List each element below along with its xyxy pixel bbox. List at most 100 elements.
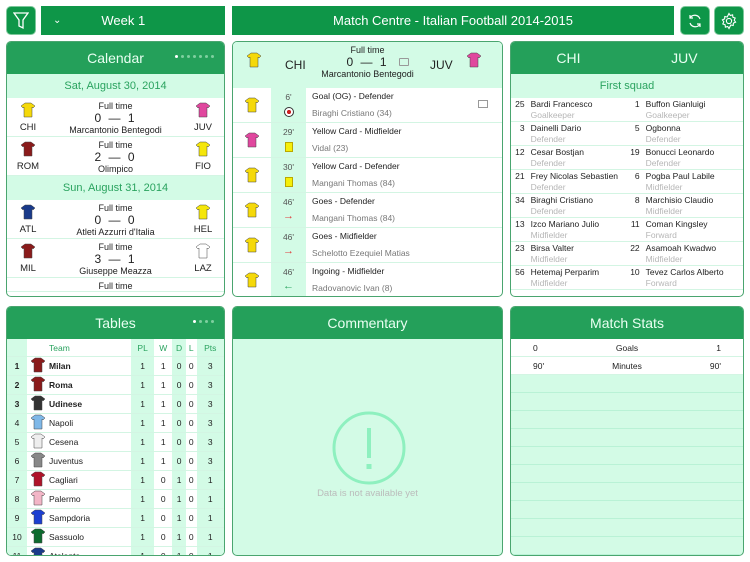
home-team: MIL (20, 263, 36, 274)
away-stat: 1 (716, 342, 721, 353)
stat-cell: 1 (196, 508, 224, 528)
team-shirt-icon (245, 97, 259, 113)
squad-row[interactable]: 13 Izco Mariano Julio Midfielder 11 Coman Ki… (511, 218, 743, 242)
stat-cell: 3 (196, 451, 224, 471)
stat-cell: 1 (196, 470, 224, 490)
event-player: Schelotto Ezequiel Matias (312, 248, 410, 258)
team-shirt-icon (30, 414, 46, 430)
column-header[interactable]: W (154, 339, 173, 357)
match-panel: CHI Full time 0 — 1 Marcantonio Bentegod… (232, 41, 503, 297)
home-stat: 0 (533, 342, 538, 353)
squad-away-tab[interactable]: JUV (671, 50, 697, 66)
event-row[interactable]: 6' Goal (OG) - Defender Biraghi Cristiano … (233, 88, 502, 123)
team-shirt-icon (30, 490, 46, 506)
away-position: Defender (645, 158, 681, 168)
event-row[interactable]: 46' ← Ingoing - Midfielder Radovanovic Ivan… (233, 263, 502, 296)
squad-row[interactable]: 3 Dainelli Dario Defender 5 Ogbonna Defender (511, 122, 743, 146)
match-row[interactable]: ROM Full time 2 — 0 Olimpico FIO (7, 137, 224, 176)
squad-row[interactable]: 25 Bardi Francesco Goalkeeper 1 Buffon Gianl… (511, 98, 743, 122)
home-shirt-icon (21, 102, 35, 118)
table-row[interactable]: 6 Juventus 1 1 0 0 3 (7, 451, 224, 471)
settings-button[interactable] (714, 6, 744, 35)
squad-row[interactable]: 56 Hetemaj Perparim Midfielder 10 Tevez Carl… (511, 266, 743, 290)
table-row[interactable]: 9 Sampdoria 1 0 1 0 1 (7, 508, 224, 528)
table-row[interactable]: 11 Atalanta 1 0 1 0 1 (7, 546, 224, 555)
home-number: 25 (515, 99, 525, 109)
venue: Giuseppe Meazza (79, 266, 152, 276)
home-position: Midfielder (530, 230, 568, 240)
column-header[interactable]: D (172, 339, 186, 357)
home-team: ROM (16, 161, 40, 172)
tables-title: Tables (95, 315, 136, 331)
match-row[interactable]: ATL Full time 0 — 0 Atleti Azzurri d'Italia… (7, 200, 224, 239)
stat-cell: 0 (185, 356, 197, 376)
squad-row[interactable]: 23 Birsa Valter Midfielder 22 Asamoah Kwadwo… (511, 242, 743, 266)
stats-list: 0 Goals 1 90' Minutes 90' (511, 339, 743, 555)
squad-home-tab[interactable]: CHI (556, 50, 580, 66)
stat-label: Goals (615, 342, 639, 353)
column-header[interactable]: PL (131, 339, 155, 357)
venue: Marcantonio Bentegodi (69, 125, 162, 135)
column-header[interactable]: L (185, 339, 197, 357)
video-icon[interactable] (399, 58, 409, 66)
table-row[interactable]: 8 Palermo 1 0 1 0 1 (7, 489, 224, 509)
squad-row[interactable]: 21 Frey Nicolas Sebastien Defender 6 Pogba P… (511, 170, 743, 194)
squad-list[interactable]: 25 Bardi Francesco Goalkeeper 1 Buffon Gianl… (511, 98, 743, 290)
filter-button[interactable] (6, 6, 36, 35)
event-row[interactable]: 46' → Goes - Defender Mangani Thomas (84) (233, 193, 502, 228)
event-row[interactable]: 30' Yellow Card - Defender Mangani Thomas … (233, 158, 502, 193)
column-header[interactable]: Pts (196, 339, 224, 357)
home-position: Goalkeeper (530, 110, 575, 120)
standings-table[interactable]: Team PL W D L Pts 1 Milan 1 1 0 0 3 2 Roma 1 1 0 0 3 3 Udines… (7, 339, 224, 555)
page-dots[interactable] (193, 320, 214, 323)
calendar-list[interactable]: Sat, August 30, 2014 CHI Full time 0 — 1 Mar… (7, 74, 224, 292)
squad-row[interactable]: 34 Biraghi Cristiano Defender 8 Marchisio Cl… (511, 194, 743, 218)
stat-cell: 1 (131, 375, 155, 395)
stat-cell: 0 (154, 489, 173, 509)
app-title: Match Centre - Italian Football 2014-201… (232, 6, 674, 35)
match-row[interactable]: MIL Full time 3 — 1 Giuseppe Meazza LAZ (7, 239, 224, 278)
stat-cell: 0 (185, 470, 197, 490)
event-list[interactable]: 6' Goal (OG) - Defender Biraghi Cristiano … (233, 88, 502, 296)
table-row[interactable]: 7 Cagliari 1 0 1 0 1 (7, 470, 224, 490)
column-header[interactable] (7, 339, 27, 357)
home-player: Bardi Francesco (530, 99, 593, 109)
refresh-button[interactable] (680, 6, 710, 35)
event-player: Mangani Thomas (84) (312, 178, 395, 188)
away-player: Asamoah Kwadwo (645, 243, 717, 253)
empty-message: Data is not available yet (317, 488, 418, 499)
event-minute: 29' (282, 127, 295, 137)
home-number: 12 (515, 147, 525, 157)
event-row[interactable]: 46' → Goes - Midfielder Schelotto Ezequiel … (233, 228, 502, 263)
stat-cell: 1 (196, 546, 224, 555)
yellow-card-icon (284, 177, 293, 187)
away-number: 8 (634, 195, 640, 205)
stat-cell: 0 (185, 432, 197, 452)
table-row[interactable]: 2 Roma 1 1 0 0 3 (7, 375, 224, 395)
event-player: Mangani Thomas (84) (312, 213, 395, 223)
away-shirt-icon (466, 52, 482, 70)
away-stat: 90' (709, 360, 721, 371)
table-row[interactable]: 1 Milan 1 1 0 0 3 (7, 356, 224, 376)
column-header[interactable]: Team (49, 339, 131, 357)
match-row[interactable]: CHI Full time 0 — 1 Marcantonio Bentegodi JU… (7, 98, 224, 137)
tables-panel: Tables Team PL W D L Pts 1 Milan 1 1 0 0 3 2 Roma 1 1 0 0 3… (6, 306, 225, 556)
table-row[interactable]: 3 Udinese 1 1 0 0 3 (7, 394, 224, 414)
squad-row[interactable]: 12 Cesar Bostjan Defender 19 Bonucci Leonard… (511, 146, 743, 170)
column-header[interactable] (27, 339, 49, 357)
event-row[interactable]: 29' Yellow Card - Midfielder Vidal (23) (233, 123, 502, 158)
event-title: Goes - Defender (312, 196, 375, 206)
away-team: LAZ (194, 263, 212, 274)
event-title: Yellow Card - Defender (312, 161, 400, 171)
stat-cell: 1 (172, 470, 186, 490)
page-dots[interactable] (175, 55, 214, 58)
team-name: Milan (49, 356, 131, 376)
table-row[interactable]: 5 Cesena 1 1 0 0 3 (7, 432, 224, 452)
video-icon[interactable] (478, 100, 488, 108)
stat-cell: 1 (131, 508, 155, 528)
stat-cell: 0 (185, 375, 197, 395)
match-row[interactable]: Full time (7, 278, 224, 292)
week-selector[interactable]: ⌄ Week 1 (41, 6, 225, 35)
table-row[interactable]: 4 Napoli 1 1 0 0 3 (7, 413, 224, 433)
table-row[interactable]: 10 Sassuolo 1 0 1 0 1 (7, 527, 224, 547)
